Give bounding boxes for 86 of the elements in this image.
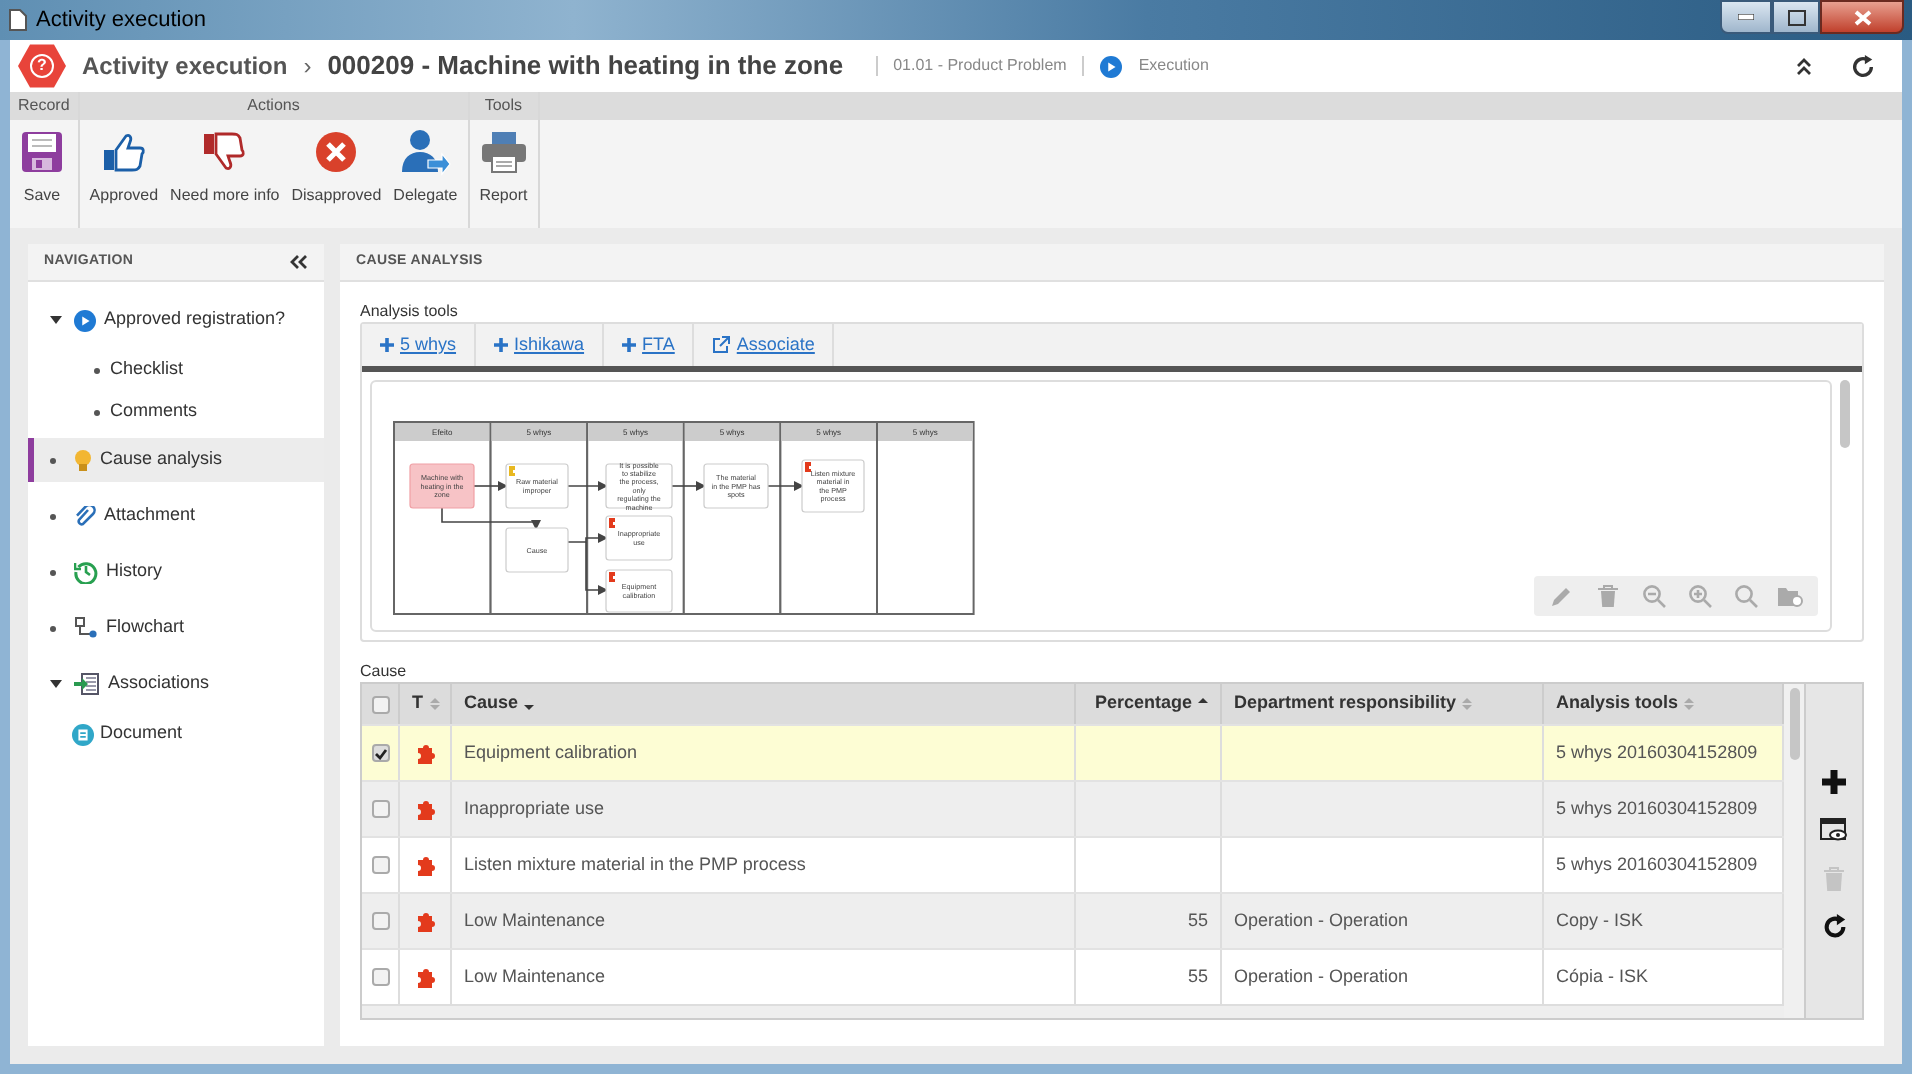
nav-item[interactable]: Attachment [28, 494, 324, 538]
scrollbar[interactable] [1840, 380, 1850, 448]
group-label: Tools [469, 92, 538, 120]
checkbox[interactable] [371, 968, 389, 986]
maximize-icon [1787, 9, 1805, 25]
checkbox[interactable] [371, 744, 389, 762]
toolbar-button[interactable]: Delegate [387, 128, 464, 220]
table-row[interactable]: Low Maintenance 55 Operation - Operation Copy - ISK [362, 892, 1784, 948]
table-row[interactable]: Equipment calibration 5 whys 20160304152809 [362, 724, 1784, 780]
minimize-button[interactable] [1720, 0, 1772, 34]
cancel-icon [314, 128, 359, 176]
caret-down-icon[interactable] [50, 679, 66, 689]
breadcrumb-link[interactable]: Activity execution [82, 48, 288, 84]
analysis-tool-tab[interactable]: Ishikawa [476, 324, 605, 366]
toolbar-button[interactable]: Disapproved [285, 128, 388, 220]
nav-subitem[interactable]: Document [28, 718, 324, 750]
toolbar-button[interactable]: Save [14, 128, 70, 220]
close-icon [1853, 9, 1871, 25]
connector-arrow [441, 507, 541, 530]
window-title: Activity execution [36, 5, 206, 36]
section-label: Analysis tools [360, 302, 460, 322]
group-label: Actions [79, 92, 468, 120]
toolbar-button[interactable]: Need more info [164, 128, 286, 220]
nav-item[interactable]: Associations [28, 662, 324, 706]
nav-subitem[interactable]: Comments [28, 396, 324, 428]
nav-item[interactable]: Approved registration? [28, 298, 324, 342]
checkbox[interactable] [371, 912, 389, 930]
add-icon[interactable] [1816, 764, 1852, 800]
plus-icon [494, 338, 509, 352]
puzzle-icon [415, 798, 435, 820]
close-button[interactable] [1820, 0, 1904, 34]
thumbs-down-icon [200, 128, 249, 176]
toolbar-button[interactable]: Report [473, 128, 534, 220]
play-icon [74, 309, 96, 331]
record-title: 000209 - Machine with heating in the zone [327, 48, 844, 85]
toolbar-button[interactable]: Approved [83, 128, 165, 220]
checkbox[interactable] [371, 800, 389, 818]
connector-arrow [473, 481, 508, 491]
analysis-tool-tab[interactable]: 5 whys [362, 324, 477, 366]
scrollbar[interactable] [1789, 688, 1799, 760]
plus-icon [380, 338, 394, 352]
thumbs-up-icon [99, 128, 148, 176]
document-icon [72, 723, 94, 745]
puzzle-icon [415, 742, 435, 764]
document-icon [8, 8, 28, 32]
user-arrow-icon [399, 128, 452, 176]
maximize-button[interactable] [1772, 0, 1820, 34]
nav-item[interactable]: Cause analysis [28, 438, 324, 482]
table-row[interactable]: Inappropriate use 5 whys 20160304152809 [362, 780, 1784, 836]
bullet-icon [94, 367, 100, 373]
nav-item[interactable]: History [28, 550, 324, 594]
caret-down-icon[interactable] [50, 315, 66, 325]
plus-icon [622, 338, 637, 352]
play-icon [1100, 55, 1123, 77]
puzzle-icon [415, 910, 435, 932]
connector-arrow [671, 481, 706, 491]
status-label: Execution [1138, 54, 1209, 78]
refresh-icon[interactable] [1850, 52, 1878, 80]
nav-subitem[interactable]: Checklist [28, 354, 324, 386]
associations-icon [74, 672, 100, 696]
flowchart-icon [74, 616, 98, 640]
bullet-icon [94, 409, 100, 415]
breadcrumb-separator: › [303, 50, 312, 84]
puzzle-icon [415, 966, 435, 988]
checkbox[interactable] [371, 856, 389, 874]
paperclip-icon [74, 505, 96, 527]
connector-arrow [767, 481, 804, 491]
minimize-icon [1738, 14, 1754, 20]
lightbulb-icon [74, 449, 92, 471]
printer-icon [479, 128, 528, 176]
external-link-icon [712, 336, 731, 354]
analysis-tool-tab[interactable]: Associate [694, 324, 835, 366]
section-label: Cause [360, 662, 409, 682]
connector-arrow [567, 481, 608, 491]
puzzle-icon [415, 854, 435, 876]
category-label: 01.01 - Product Problem [893, 54, 1067, 78]
nav-item[interactable]: Flowchart [28, 606, 324, 650]
table-row[interactable]: Low Maintenance 55 Operation - Operation Cópia - ISK [362, 948, 1784, 1004]
collapse-panel-icon[interactable] [288, 252, 308, 272]
group-label: Record [10, 92, 78, 120]
checkbox[interactable] [371, 695, 389, 713]
floppy-icon [20, 128, 64, 176]
history-icon [74, 560, 98, 584]
logo-icon: ? [18, 42, 66, 90]
analysis-tool-tab[interactable]: FTA [604, 324, 695, 366]
table-row[interactable]: Listen mixture material in the PMP process 5 whys 20160304152809 [362, 836, 1784, 892]
